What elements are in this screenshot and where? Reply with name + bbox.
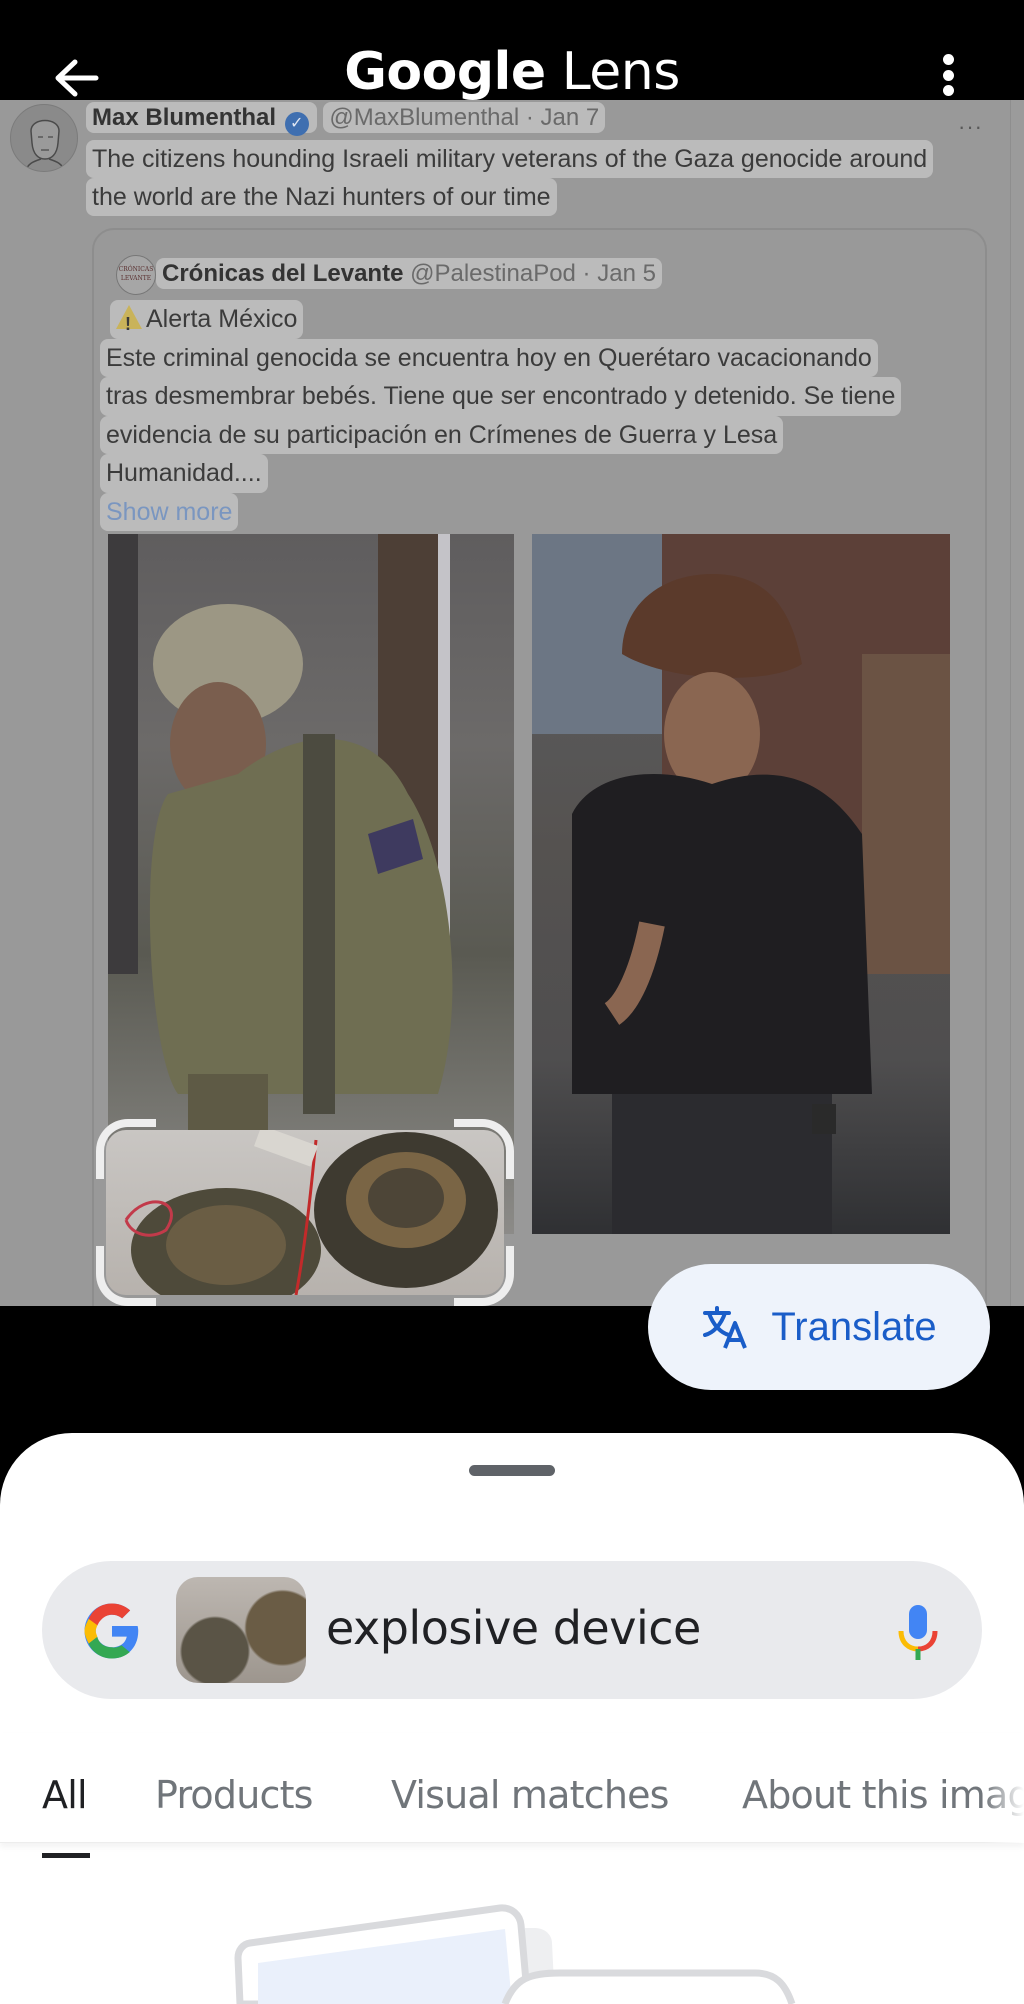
man-illustration (532, 534, 950, 1234)
query-image-thumbnail[interactable] (176, 1577, 306, 1683)
avatar-text: CRÓNICAS (118, 266, 154, 273)
show-more-link: Show more (100, 492, 239, 531)
tab-visual-matches[interactable]: Visual matches (391, 1773, 669, 1817)
tweet-header: Max Blumenthal ✓ @MaxBlumenthal · Jan 7 (86, 102, 606, 136)
capture-edge (1010, 100, 1024, 1306)
quoted-author-name: Crónicas del Levante (162, 260, 404, 287)
quoted-tweet-header: Crónicas del Levante @PalestinaPod · Jan… (156, 258, 662, 289)
tweet-handle-date: @MaxBlumenthal · Jan 7 (323, 102, 606, 133)
selection-handle-top-left[interactable] (96, 1119, 156, 1179)
quoted-body-line: evidencia de su participación en Crímene… (100, 415, 784, 454)
devices-illustration (234, 1904, 796, 2004)
more-vert-icon-dot (942, 69, 954, 81)
translate-label: Translate (771, 1304, 937, 1349)
tab-about-this-image[interactable]: About this image (742, 1773, 1024, 1817)
warning-icon (116, 305, 142, 342)
tab-all[interactable]: All (42, 1773, 88, 1817)
tweet-author-name: Max Blumenthal (92, 104, 277, 131)
quoted-body-line: tras desmembrar bebés. Tiene que ser enc… (100, 377, 902, 416)
quoted-author-avatar: CRÓNICAS LEVANTE (116, 255, 156, 295)
tweet-more-icon: ··· (958, 114, 983, 139)
tab-products[interactable]: Products (155, 1773, 313, 1817)
loading-illustration (0, 1863, 1024, 2004)
tweet-author-avatar (10, 104, 78, 172)
alert-title: Alerta México (146, 305, 298, 333)
active-tab-indicator (42, 1853, 90, 1858)
translate-icon (703, 1306, 748, 1349)
tweet-body-line: the world are the Nazi hunters of our ti… (86, 178, 557, 216)
tweet-body-line: The citizens hounding Israeli military v… (86, 140, 934, 178)
selection-handle-top-right[interactable] (454, 1119, 514, 1179)
more-options-button[interactable] (930, 50, 966, 100)
quoted-body-line: Humanidad.... (100, 454, 268, 493)
google-g-icon (84, 1603, 139, 1659)
results-bottom-sheet: explosive device All Products Visual mat… (0, 1433, 1024, 2004)
selection-handle-bottom-right[interactable] (454, 1246, 514, 1306)
quoted-body-line: Este criminal genocida se encuentra hoy … (100, 338, 878, 377)
lens-selection-region[interactable] (96, 1119, 514, 1306)
sheet-drag-handle[interactable] (469, 1465, 555, 1476)
cowboy-hat-photo (532, 534, 950, 1234)
selection-handle-bottom-left[interactable] (96, 1246, 156, 1306)
results-tabs: All Products Visual matches About this i… (0, 1733, 1024, 1858)
explosive-devices-illustration (124, 1130, 498, 1295)
tweet-body: The citizens hounding Israeli military v… (86, 140, 996, 216)
mic-icon[interactable] (896, 1603, 940, 1661)
translate-button[interactable]: Translate (648, 1264, 990, 1390)
verified-badge-icon: ✓ (284, 112, 309, 136)
app-title-google: Google (344, 42, 546, 102)
avatar-text: LEVANTE (120, 275, 152, 282)
app-title-lens: Lens (561, 42, 681, 102)
quoted-tweet-body: Alerta México Este criminal genocida se … (100, 300, 980, 531)
app-bar: Google Lens (0, 0, 1024, 102)
more-vert-icon-dot (942, 54, 954, 65)
app-title: Google Lens (0, 42, 1024, 102)
person-sketch-icon (24, 119, 66, 171)
search-bar[interactable]: explosive device (42, 1561, 982, 1699)
quoted-handle-date: @PalestinaPod · Jan 5 (410, 260, 656, 287)
tabs-fade-edge (984, 1733, 1024, 1843)
selected-image-region (106, 1130, 504, 1295)
search-query[interactable]: explosive device (326, 1601, 701, 1655)
more-vert-icon-dot (942, 85, 954, 96)
